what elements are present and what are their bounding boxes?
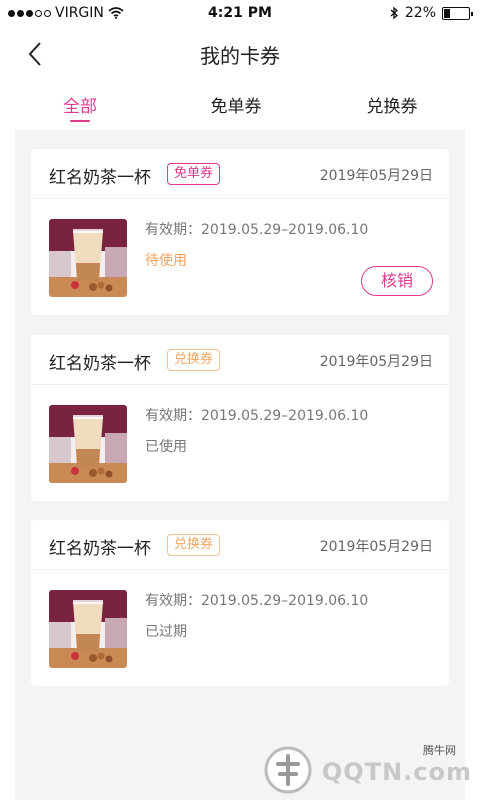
watermark-small-text: 腾牛网 (423, 744, 456, 757)
watermark-logo-icon (264, 746, 312, 794)
coupon-name: 红名奶茶一杯 (49, 354, 151, 374)
tab-bar: 全部 免单券 兑换券 (0, 88, 480, 128)
tab-label: 全部 (63, 97, 97, 117)
coupon-type-badge: 免单券 (167, 163, 221, 185)
product-image (49, 405, 127, 483)
nav-bar: 我的卡券 (0, 28, 480, 78)
page-title: 我的卡券 (200, 44, 280, 68)
validity-period: 有效期：2019.05.29–2019.06.10 (145, 222, 369, 238)
redeem-button[interactable]: 核销 (361, 266, 433, 296)
product-image (49, 219, 127, 297)
card-header: 红名奶茶一杯 兑换券 2019年05月29日 (31, 520, 449, 570)
card-header: 红名奶茶一杯 兑换券 2019年05月29日 (31, 335, 449, 385)
status-bar: VIRGIN 4:21 PM 22% (0, 0, 480, 28)
coupon-type-badge: 兑换券 (167, 534, 221, 556)
tab-free-coupon[interactable]: 免单券 (176, 92, 296, 117)
coupon-list: 红名奶茶一杯 免单券 2019年05月29日 有效期：2019.05.29–20… (15, 130, 465, 800)
coupon-status: 已使用 (145, 439, 187, 455)
active-tab-indicator (70, 120, 90, 122)
coupon-name: 红名奶茶一杯 (49, 168, 151, 188)
watermark: 腾牛网 QQTN.com (262, 740, 472, 796)
coupon-status: 待使用 (145, 253, 187, 269)
status-right: 22% (390, 5, 473, 21)
bluetooth-icon (390, 6, 398, 20)
validity-period: 有效期：2019.05.29–2019.06.10 (145, 408, 369, 424)
watermark-text: QQTN.com (321, 758, 472, 786)
coupon-name: 红名奶茶一杯 (49, 539, 151, 559)
validity-period: 有效期：2019.05.29–2019.06.10 (145, 593, 369, 609)
product-image (49, 590, 127, 668)
coupon-card[interactable]: 红名奶茶一杯 兑换券 2019年05月29日 有效期：2019.05.29–20… (31, 520, 449, 686)
tab-all[interactable]: 全部 (20, 92, 140, 122)
battery-percent: 22% (404, 5, 436, 21)
coupon-card[interactable]: 红名奶茶一杯 兑换券 2019年05月29日 有效期：2019.05.29–20… (31, 335, 449, 501)
coupon-date: 2019年05月29日 (319, 354, 433, 370)
coupon-card[interactable]: 红名奶茶一杯 免单券 2019年05月29日 有效期：2019.05.29–20… (31, 149, 449, 315)
card-header: 红名奶茶一杯 免单券 2019年05月29日 (31, 149, 449, 199)
coupon-type-badge: 兑换券 (167, 349, 221, 371)
coupon-date: 2019年05月29日 (319, 168, 433, 184)
tab-exchange-coupon[interactable]: 兑换券 (332, 92, 452, 117)
tab-label: 免单券 (210, 97, 262, 117)
tab-label: 兑换券 (366, 97, 418, 117)
coupon-date: 2019年05月29日 (319, 539, 433, 555)
battery-icon (442, 6, 473, 20)
coupon-status: 已过期 (145, 624, 187, 640)
